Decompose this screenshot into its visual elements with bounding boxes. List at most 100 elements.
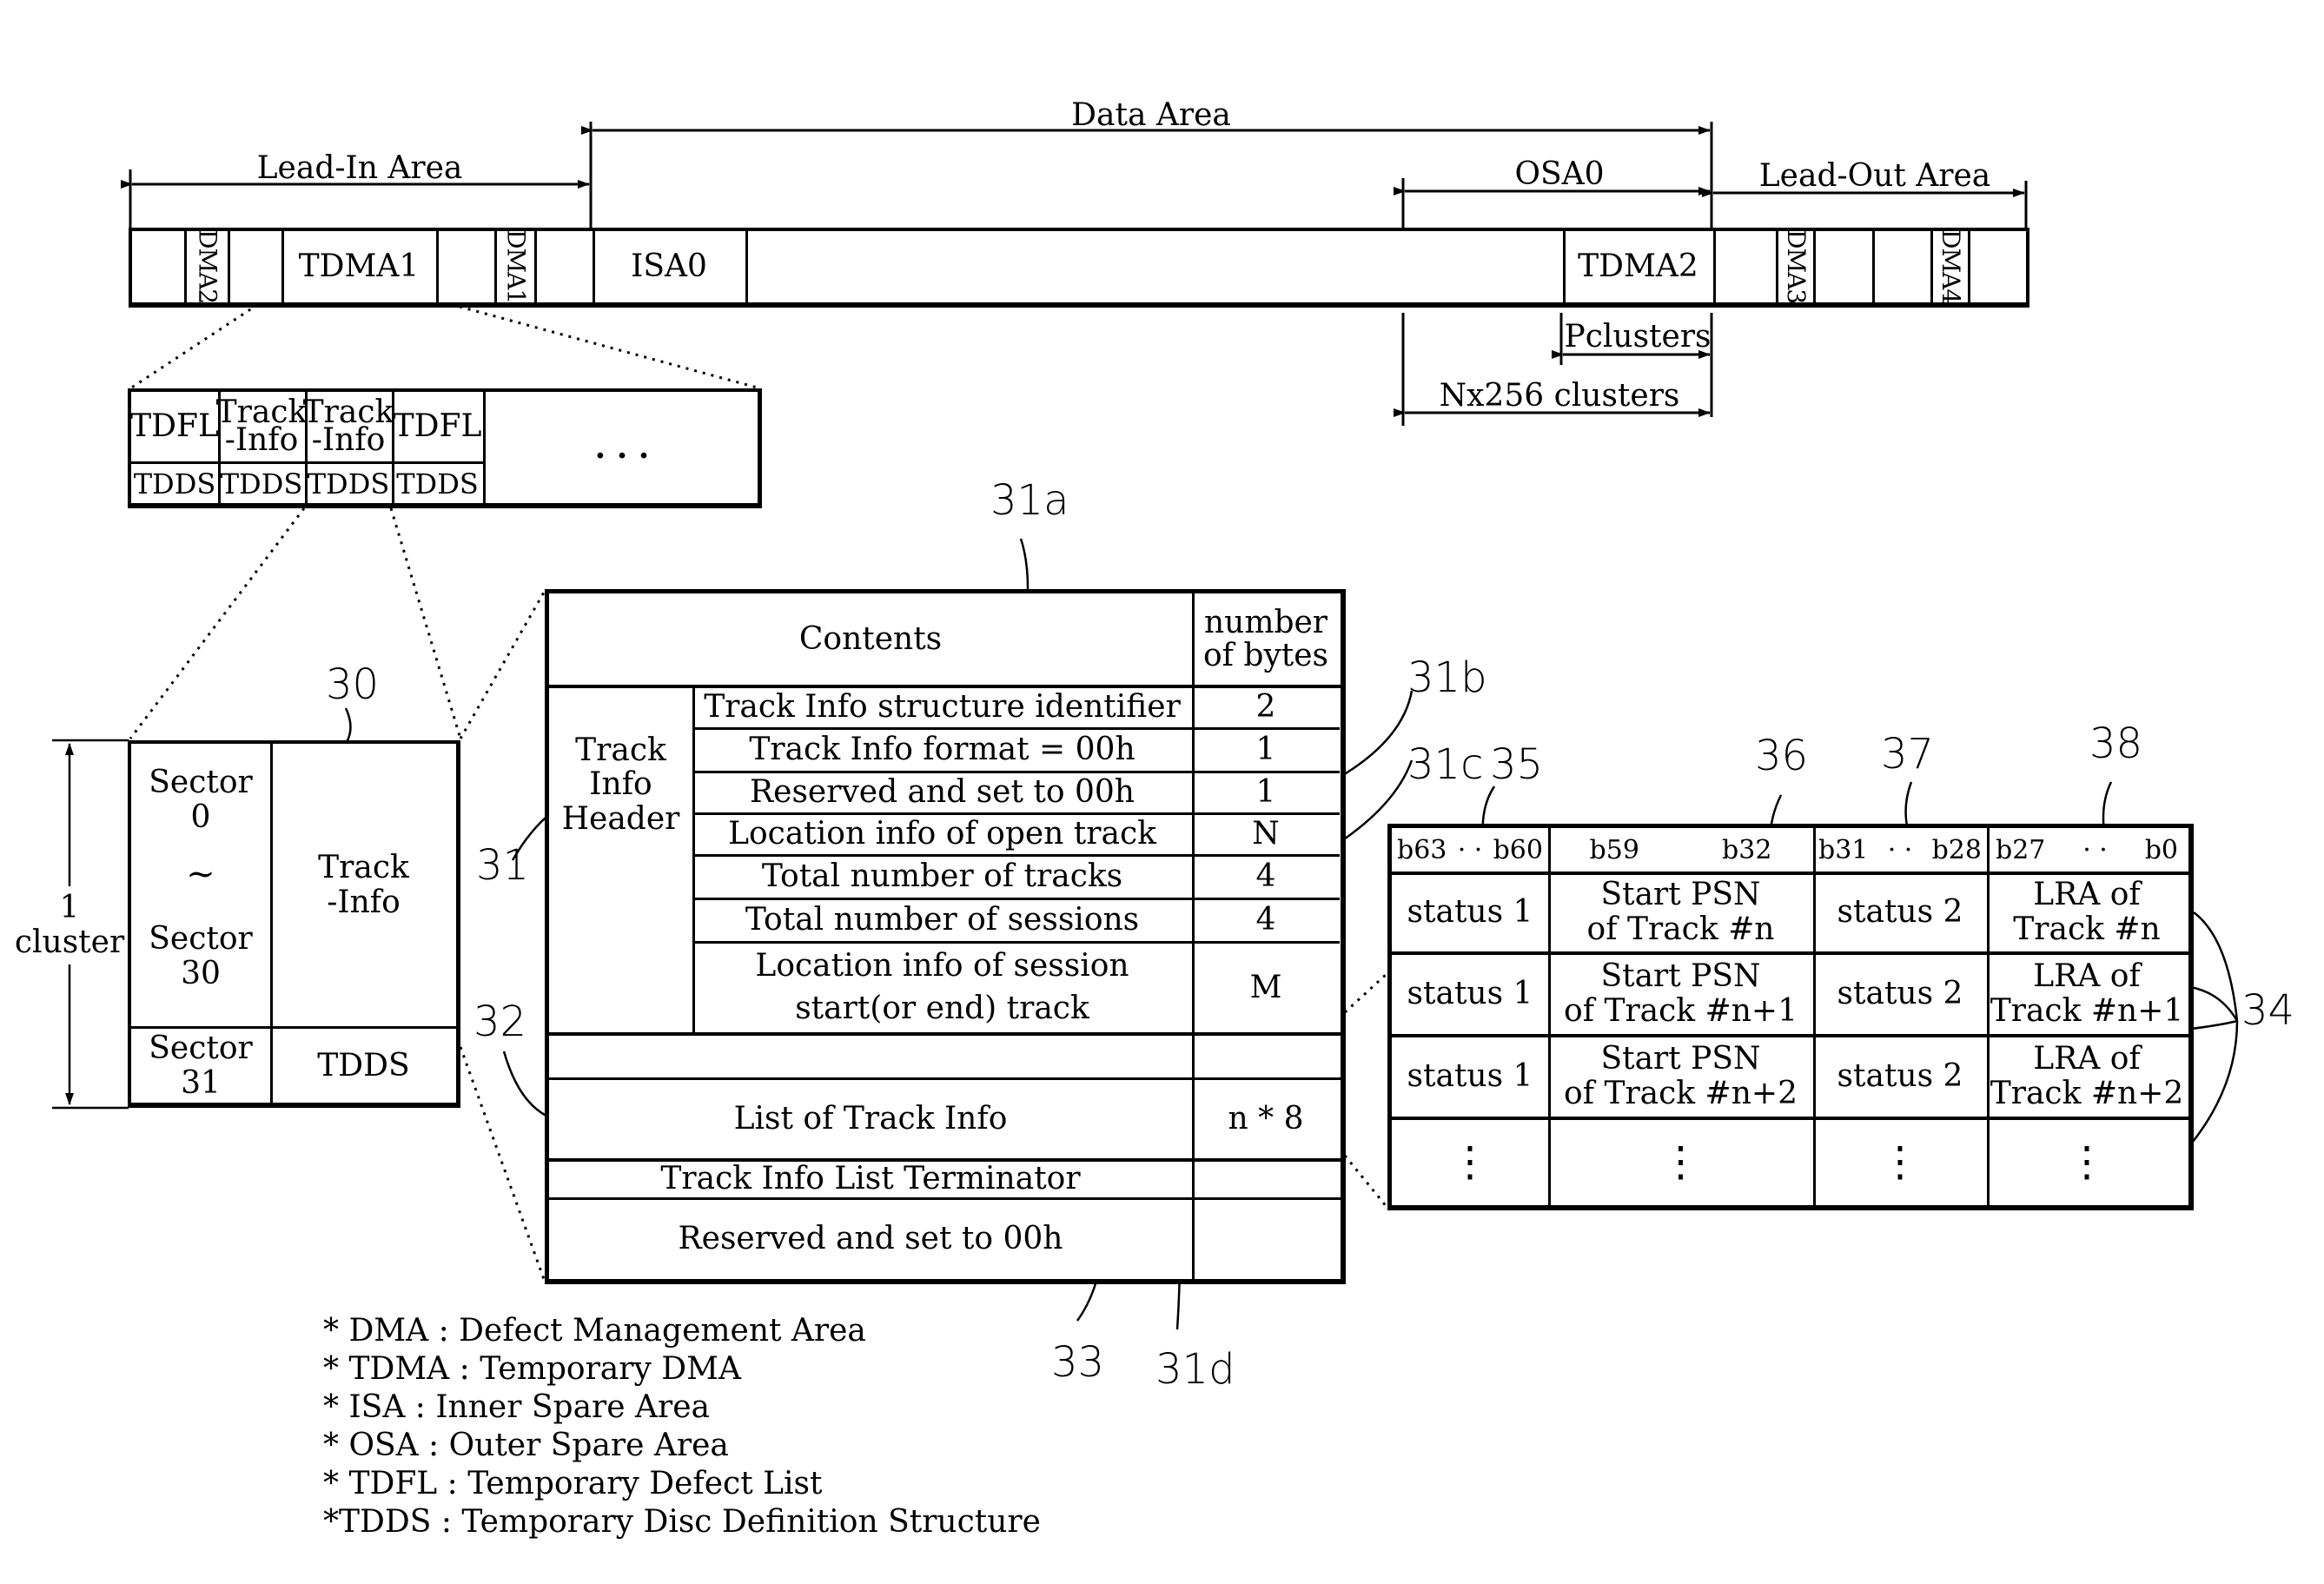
cluster-detail: Sector 0 ~ Sector 30 Track -Info Sector … (128, 740, 460, 1108)
contents-header: Contents (798, 620, 943, 657)
isa0-segment: ISA0 (631, 249, 707, 285)
row-reserved: Reserved and set to 00h (750, 774, 1135, 811)
ref-30: 30 (326, 660, 380, 709)
bytes-value: 4 (1255, 858, 1276, 895)
lead-in-area-label: Lead-In Area (256, 150, 463, 186)
bytes-header: number of bytes (1202, 604, 1329, 673)
tdma1-segment: TDMA1 (298, 249, 420, 285)
p-clusters-label: Pclusters (1564, 319, 1712, 355)
ref-31d: 31d (1155, 1345, 1235, 1394)
data-area-label: Data Area (1071, 97, 1231, 133)
legend-item: * ISA : Inner Spare Area (323, 1389, 710, 1425)
ref-37: 37 (1881, 730, 1935, 779)
bit-range-header: b59 b32 (1548, 828, 1813, 872)
track-list-table: b63 · · b60 b59 b32 b31 · · b28 b27 · · … (1387, 824, 2194, 1210)
tdds-cell: TDDS (396, 467, 479, 501)
list-of-track-info: List of Track Info (733, 1101, 1008, 1137)
ref-36: 36 (1755, 732, 1809, 780)
bytes-value: 1 (1255, 774, 1276, 811)
legend-item: * DMA : Defect Management Area (323, 1313, 866, 1349)
bit-label: b28 (1931, 834, 1982, 865)
reserved-trailer: Reserved and set to 00h (678, 1221, 1063, 1257)
tdds-cell: TDDS (133, 467, 216, 501)
continuation-dots: ⋮ (1659, 1137, 1702, 1186)
row-session-track-location: Location info of session start(or end) t… (755, 947, 1129, 1026)
legend-item: * TDFL : Temporary Defect List (323, 1466, 823, 1501)
continuation-dots: ⋮ (1449, 1137, 1491, 1186)
tdfl-cell: TDFL (130, 408, 219, 445)
dma2-segment: DMA2 (193, 229, 222, 304)
track-info-area: Track -Info (318, 849, 409, 920)
bytes-value: M (1249, 969, 1282, 1005)
bit-label: b59 (1589, 834, 1639, 865)
ref-31b: 31b (1407, 653, 1487, 702)
osa-label: OSA0 (1514, 156, 1605, 192)
tdfl-cell: TDFL (393, 408, 482, 445)
ref-38: 38 (2089, 719, 2143, 768)
ref-31: 31 (476, 841, 530, 890)
bytes-value: 2 (1255, 688, 1276, 725)
status-1-cell: status 1 (1407, 1058, 1533, 1095)
legend-item: * OSA : Outer Spare Area (323, 1428, 729, 1463)
sector-0-label: Sector 0 (149, 765, 253, 835)
bit-sep: · · (1887, 834, 1913, 865)
bit-sep: · · (2082, 834, 2108, 865)
bit-label: b31 (1818, 834, 1869, 865)
status-1-cell: status 1 (1407, 894, 1533, 931)
tdma-detail: TDFL Track -Info Track -Info TDFL TDDS T… (128, 388, 762, 508)
cluster-size-label: 1 cluster (14, 890, 125, 960)
dma4-segment: DMA4 (1936, 229, 1965, 304)
lead-out-area-label: Lead-Out Area (1758, 158, 1991, 194)
track-info-header-group: Track Info Header (561, 732, 680, 837)
status-2-cell: status 2 (1837, 976, 1963, 1012)
ref-32: 32 (473, 997, 527, 1046)
sector-31-label: Sector 31 (149, 1031, 253, 1101)
bit-range-header: b63 · · b60 (1392, 828, 1548, 872)
row-total-sessions: Total number of sessions (745, 902, 1140, 938)
continuation-dots: ⋮ (1879, 1137, 1921, 1186)
bit-label: b63 (1397, 834, 1447, 865)
lra-cell: LRA of Track #n (2013, 877, 2161, 947)
lra-cell: LRA of Track #n+2 (1990, 1041, 2184, 1111)
tdds-cell: TDDS (220, 467, 303, 501)
start-psn-cell: Start PSN of Track #n+2 (1564, 1041, 1798, 1111)
legend-item: * TDMA : Temporary DMA (323, 1351, 741, 1387)
track-info-table: Contents number of bytes Track Info Head… (545, 589, 1346, 1284)
bit-label: b0 (2144, 834, 2178, 865)
ellipsis: . . . (594, 429, 650, 467)
start-psn-cell: Start PSN of Track #n+1 (1564, 958, 1798, 1029)
bytes-value: N (1252, 816, 1280, 852)
bytes-value: 1 (1255, 732, 1276, 768)
tdma2-segment: TDMA2 (1578, 249, 1698, 285)
tilde-range: ~ (186, 854, 215, 894)
abbreviation-legend: * DMA : Defect Management Area * TDMA : … (323, 1312, 1041, 1541)
track-info-cell: Track -Info (215, 394, 308, 458)
status-1-cell: status 1 (1407, 976, 1533, 1012)
start-psn-cell: Start PSN of Track #n (1586, 877, 1775, 947)
bytes-value: 4 (1255, 902, 1276, 938)
ref-31a: 31a (990, 476, 1069, 525)
legend-item: *TDDS : Temporary Disc Definition Struct… (323, 1504, 1041, 1540)
ref-35: 35 (1490, 740, 1544, 789)
row-open-track-location: Location info of open track (728, 816, 1156, 852)
bit-label: b32 (1722, 834, 1772, 865)
bit-range-header: b31 · · b28 (1813, 828, 1987, 872)
lra-cell: LRA of Track #n+1 (1990, 958, 2184, 1029)
ref-31c: 31c (1407, 740, 1484, 789)
tdds-cell: TDDS (307, 467, 390, 501)
list-terminator: Track Info List Terminator (660, 1161, 1081, 1197)
row-structure-identifier: Track Info structure identifier (704, 688, 1181, 725)
continuation-dots: ⋮ (2066, 1137, 2108, 1186)
row-format: Track Info format = 00h (749, 732, 1136, 768)
n-clusters-label: Nx256 clusters (1439, 378, 1680, 414)
list-bytes: n * 8 (1228, 1101, 1304, 1137)
status-2-cell: status 2 (1837, 1058, 1963, 1095)
dma1-segment: DMA1 (501, 229, 531, 304)
status-2-cell: status 2 (1837, 894, 1963, 931)
ref-33: 33 (1051, 1338, 1105, 1387)
bit-range-header: b27 · · b0 (1987, 828, 2187, 872)
bit-label: b27 (1996, 834, 2046, 865)
bit-sep: · · (1457, 834, 1483, 865)
sector-30-label: Sector 30 (149, 921, 253, 991)
tdds-area: TDDS (317, 1048, 410, 1084)
